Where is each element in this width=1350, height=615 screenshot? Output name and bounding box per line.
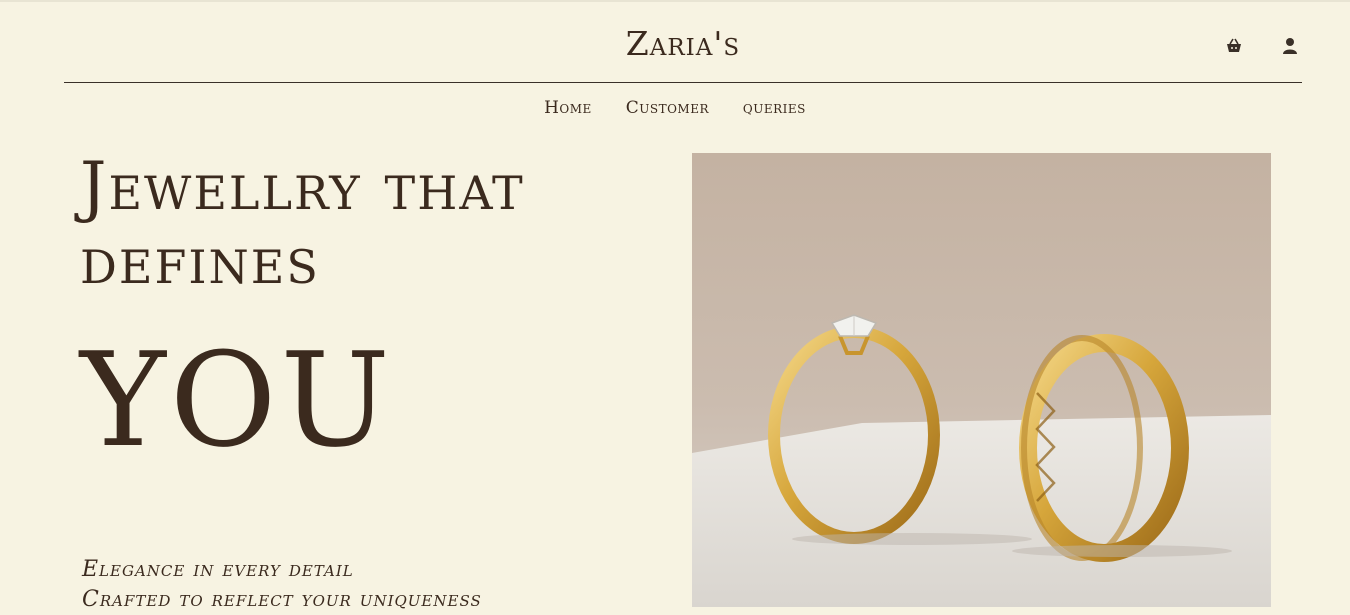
- hero-tagline: Elegance in every detail Crafted to refl…: [82, 555, 482, 615]
- site-header: Zaria's: [64, 0, 1302, 83]
- tagline-line1: Elegance in every detail: [82, 557, 354, 582]
- hero-image-rings: [692, 153, 1271, 607]
- nav-queries[interactable]: queries: [743, 98, 806, 118]
- tagline-line2: Crafted to reflect your uniqueness: [82, 587, 482, 612]
- hero-heading-line2: defines: [80, 222, 320, 299]
- hero-heading-line1: Jewellry that: [80, 148, 525, 225]
- hero-heading: Jewellry that defines: [80, 150, 640, 298]
- hero-emphasis: YOU: [80, 324, 394, 476]
- user-icon[interactable]: [1280, 36, 1300, 56]
- basket-icon[interactable]: [1224, 36, 1244, 56]
- main-nav: Home Customer queries: [0, 98, 1350, 118]
- nav-home[interactable]: Home: [544, 98, 592, 118]
- nav-customer[interactable]: Customer: [626, 98, 709, 118]
- brand-logo[interactable]: Zaria's: [64, 24, 1302, 63]
